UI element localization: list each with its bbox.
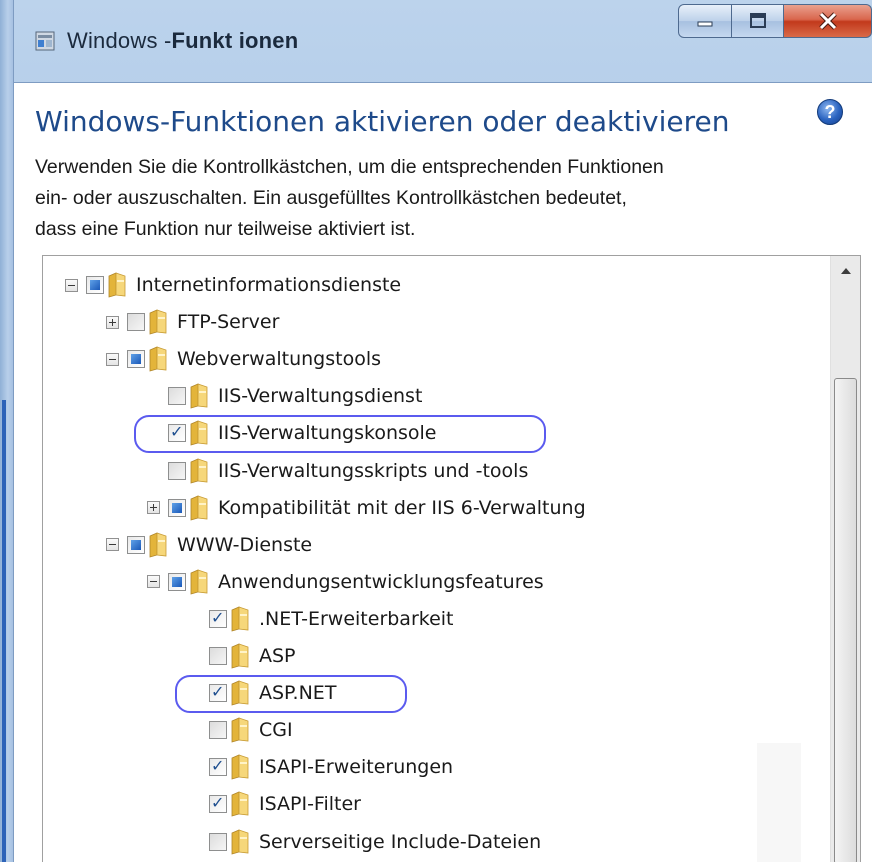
tree-item[interactable]: FTP-Server bbox=[106, 305, 279, 339]
collapse-icon[interactable] bbox=[65, 278, 78, 292]
tree-item[interactable]: Internetinformationsdienste bbox=[65, 268, 401, 302]
tree-item-label: FTP-Server bbox=[177, 311, 280, 334]
folder-icon bbox=[230, 791, 250, 817]
folder-icon bbox=[230, 717, 250, 743]
tree-item[interactable]: ISAPI-Erweiterungen bbox=[209, 750, 453, 784]
vertical-scrollbar[interactable] bbox=[830, 256, 860, 862]
tree-item-label: IIS-Verwaltungsdienst bbox=[218, 385, 423, 408]
window-title: Windows -Funkt ionen bbox=[67, 28, 298, 54]
tree-item-label: ISAPI-Filter bbox=[259, 793, 361, 816]
dialog-content: Windows-Funktionen aktivieren oder deakt… bbox=[14, 82, 872, 862]
folder-icon bbox=[189, 494, 209, 521]
folder-icon bbox=[189, 383, 209, 409]
folder-icon bbox=[148, 532, 168, 558]
tree-blank-area bbox=[757, 743, 801, 862]
tree-item[interactable]: ASP bbox=[209, 639, 296, 673]
tree-item[interactable]: IIS-Verwaltungsdienst bbox=[168, 379, 422, 413]
expand-icon[interactable] bbox=[106, 315, 119, 329]
folder-icon bbox=[189, 457, 209, 484]
feature-checkbox[interactable] bbox=[127, 350, 145, 369]
feature-checkbox[interactable] bbox=[168, 572, 186, 591]
tree-item[interactable]: .NET-Erweiterbarkeit bbox=[209, 602, 454, 636]
folder-icon bbox=[230, 606, 250, 632]
description-line: Verwenden Sie die Kontrollkästchen, um d… bbox=[35, 156, 664, 178]
feature-checkbox[interactable] bbox=[168, 498, 186, 517]
feature-checkbox[interactable] bbox=[209, 721, 227, 740]
feature-checkbox[interactable] bbox=[86, 276, 104, 294]
tree-item-label: .NET-Erweiterbarkeit bbox=[259, 607, 454, 630]
window-title-bold: Funkt ionen bbox=[171, 28, 299, 53]
highlight-outline bbox=[175, 675, 407, 714]
windows-features-dialog: Windows -Funkt ionen Windows-Funktionen … bbox=[0, 0, 872, 862]
feature-checkbox[interactable] bbox=[127, 313, 145, 332]
close-icon bbox=[818, 12, 837, 30]
tree-item-label: Serverseitige Include-Dateien bbox=[259, 830, 542, 853]
collapse-icon[interactable] bbox=[147, 575, 160, 589]
expand-icon[interactable] bbox=[147, 501, 160, 515]
folder-icon bbox=[230, 643, 250, 669]
feature-checkbox[interactable] bbox=[209, 608, 227, 628]
tree-item[interactable]: ISAPI-Filter bbox=[209, 787, 361, 821]
tree-item-label: ASP bbox=[259, 645, 296, 667]
maximize-button[interactable] bbox=[732, 4, 784, 38]
folder-icon bbox=[189, 569, 209, 595]
maximize-icon bbox=[749, 13, 766, 28]
tree-item-label: Webverwaltungstools bbox=[177, 348, 381, 371]
tree-item[interactable]: WWW-Dienste bbox=[106, 528, 312, 562]
dialog-heading: Windows-Funktionen aktivieren oder deakt… bbox=[35, 105, 730, 138]
window-controls bbox=[678, 4, 872, 40]
windows-features-icon bbox=[35, 31, 55, 51]
tree-item-label: Internetinformationsdienste bbox=[136, 274, 402, 296]
tree-item-label: Anwendungsentwicklungsfeatures bbox=[218, 570, 544, 593]
feature-checkbox[interactable] bbox=[168, 461, 186, 480]
dialog-description: Verwenden Sie die Kontrollkästchen, um d… bbox=[35, 152, 865, 245]
features-tree[interactable]: Internetinformationsdienste FTP-Server Web… bbox=[42, 255, 861, 862]
collapse-icon[interactable] bbox=[106, 538, 119, 552]
tree-item-label: ISAPI-Erweiterungen bbox=[259, 756, 454, 779]
tree-item[interactable]: Serverseitige Include-Dateien bbox=[209, 825, 541, 859]
folder-icon bbox=[148, 346, 168, 372]
feature-checkbox[interactable] bbox=[209, 793, 227, 814]
minimize-icon bbox=[697, 21, 713, 27]
feature-checkbox[interactable] bbox=[209, 647, 227, 665]
tree-item-label: Kompatibilität mit der IIS 6-Verwaltung bbox=[218, 496, 586, 519]
feature-checkbox[interactable] bbox=[209, 756, 227, 777]
folder-icon bbox=[230, 828, 250, 855]
tree-item[interactable]: Anwendungsentwicklungsfeatures bbox=[147, 565, 544, 599]
feature-checkbox[interactable] bbox=[209, 832, 227, 851]
description-line: dass eine Funktion nur teilweise aktivie… bbox=[35, 218, 416, 240]
description-line: ein- oder auszuschalten. Ein ausgefüllte… bbox=[35, 187, 627, 209]
collapse-icon[interactable] bbox=[106, 352, 119, 366]
help-icon[interactable]: ? bbox=[817, 99, 843, 125]
folder-icon bbox=[148, 309, 168, 335]
window-frame-left bbox=[0, 0, 14, 862]
frame-accent bbox=[2, 400, 6, 862]
close-button[interactable] bbox=[784, 4, 872, 38]
tree-item[interactable]: Kompatibilität mit der IIS 6-Verwaltung bbox=[147, 491, 586, 525]
tree-item-label: IIS-Verwaltungsskripts und -tools bbox=[218, 459, 529, 482]
feature-checkbox[interactable] bbox=[127, 535, 145, 554]
highlight-outline bbox=[134, 415, 546, 454]
window-title-prefix: Windows - bbox=[67, 28, 172, 53]
minimize-button[interactable] bbox=[678, 4, 732, 38]
tree-item-label: WWW-Dienste bbox=[177, 533, 313, 556]
scroll-up-icon[interactable] bbox=[841, 268, 851, 274]
tree-item[interactable]: CGI bbox=[209, 713, 293, 747]
tree-item[interactable]: IIS-Verwaltungsskripts und -tools bbox=[168, 454, 528, 488]
tree-item-label: CGI bbox=[259, 719, 293, 742]
scroll-thumb[interactable] bbox=[834, 378, 857, 862]
tree-item[interactable]: Webverwaltungstools bbox=[106, 342, 381, 376]
feature-checkbox[interactable] bbox=[168, 387, 186, 406]
title-bar[interactable]: Windows -Funkt ionen bbox=[13, 0, 872, 82]
folder-icon bbox=[107, 272, 127, 298]
folder-icon bbox=[230, 754, 250, 780]
